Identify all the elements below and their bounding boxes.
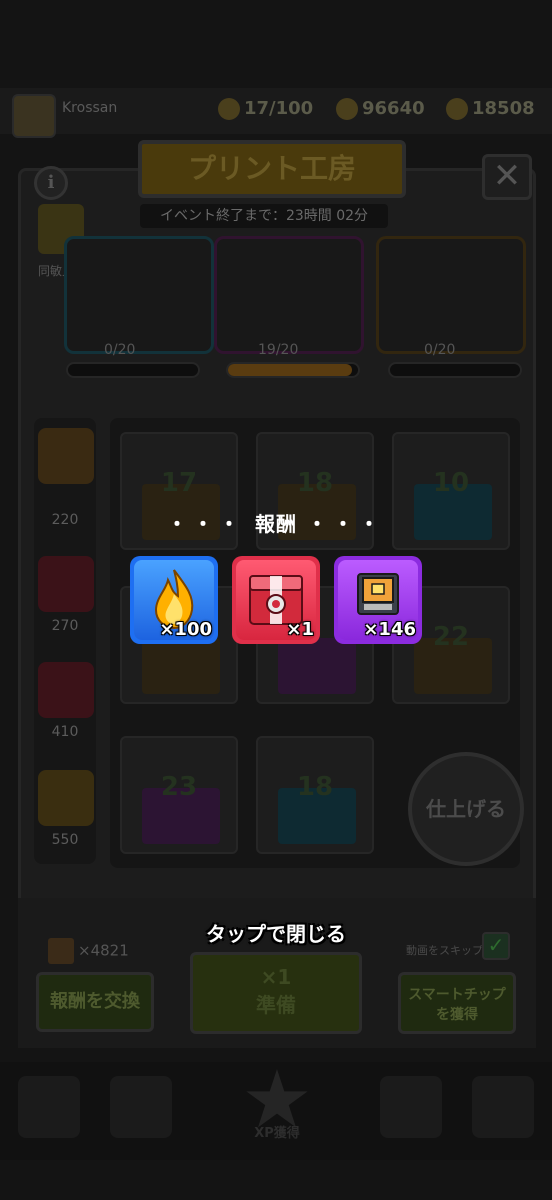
printer-2-count: 19/20	[258, 342, 299, 358]
chip-slot-2[interactable]	[38, 556, 94, 612]
printer-3-progress	[388, 362, 522, 378]
grid-slot-7[interactable]: 23	[120, 736, 238, 854]
prepare-label: 準備	[256, 993, 296, 1017]
exchange-rewards-button[interactable]: 報酬を交換	[36, 972, 154, 1032]
chip-slot-4[interactable]	[38, 770, 94, 826]
nav-item-1[interactable]	[18, 1076, 80, 1138]
gem-counter: 18508	[446, 98, 535, 124]
chip-value-4: 550	[51, 832, 79, 848]
chip-slot-1[interactable]	[38, 428, 94, 484]
printer-1-count: 0/20	[104, 342, 136, 358]
chip-value-3: 410	[51, 724, 79, 740]
event-timer: イベント終了まで：23時間 02分	[140, 204, 388, 228]
nav-item-4[interactable]	[380, 1076, 442, 1138]
info-button[interactable]: i	[34, 166, 68, 200]
printer-3-count: 0/20	[424, 342, 456, 358]
grid-slot-8[interactable]: 18	[256, 736, 374, 854]
player-avatar[interactable]	[12, 94, 56, 138]
gem-icon	[446, 98, 468, 120]
chip-value-2: 270	[51, 618, 79, 634]
reward-title: ・・・ 報酬 ・・・	[167, 512, 385, 536]
coin-counter: 96640	[336, 98, 425, 124]
prepare-button[interactable]: ×1 準備	[190, 952, 362, 1034]
reward-qty: ×146	[363, 619, 416, 640]
reward-qty: ×1	[286, 619, 314, 640]
printer-3[interactable]	[376, 236, 526, 354]
tap-to-close-hint[interactable]: タップで閉じる	[0, 918, 552, 947]
nav-item-center[interactable]: ★ XP獲得	[222, 1060, 332, 1156]
printer-1-progress	[66, 362, 200, 378]
nav-item-2[interactable]	[110, 1076, 172, 1138]
prepare-qty: ×1	[260, 965, 292, 989]
printer-1[interactable]	[64, 236, 214, 354]
coin-icon	[336, 98, 358, 120]
reward-fire-essence: ×100	[130, 556, 218, 644]
finish-button[interactable]: 仕上げる	[408, 752, 524, 866]
bolt-icon	[218, 98, 240, 120]
reward-smart-chip: ×146	[334, 556, 422, 644]
page-title: プリント工房	[138, 140, 406, 198]
printer-2[interactable]	[214, 236, 364, 354]
nav-item-5[interactable]	[472, 1076, 534, 1138]
player-name: Krossan	[62, 100, 118, 116]
get-smart-chip-button[interactable]: スマートチップ を獲得	[398, 972, 516, 1034]
reward-qty: ×100	[159, 619, 212, 640]
close-button[interactable]: ✕	[482, 154, 532, 200]
printer-2-progress	[226, 362, 360, 378]
energy-counter: 17/100	[218, 98, 313, 124]
reward-chip-box: ×1	[232, 556, 320, 644]
chip-slot-3[interactable]	[38, 662, 94, 718]
